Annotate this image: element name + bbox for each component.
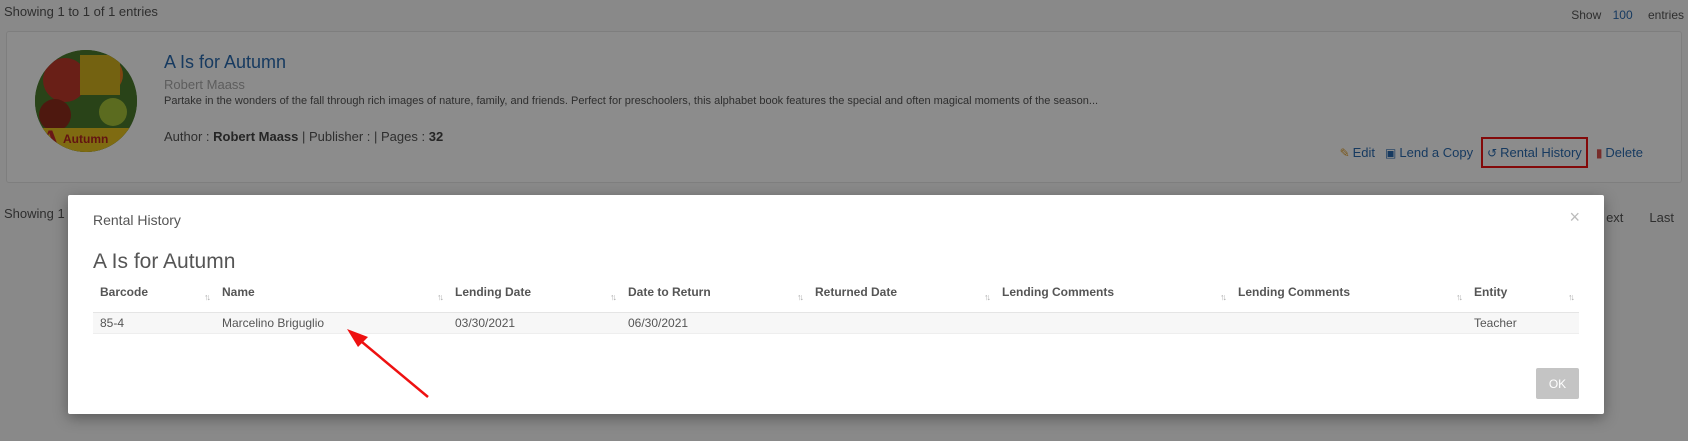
table-header-row: Barcode ↑↓ Name ↑↓ Lending Date ↑↓ Date to … [93, 283, 1579, 313]
column-header[interactable]: Name ↑↓ [215, 283, 448, 313]
column-header[interactable]: Barcode ↑↓ [93, 283, 215, 313]
column-header[interactable]: Lending Comments ↑↓ [1231, 283, 1467, 313]
sort-icon: ↑↓ [984, 292, 991, 302]
column-header[interactable]: Returned Date ↑↓ [808, 283, 995, 313]
sort-icon: ↑↓ [204, 292, 211, 302]
rental-history-table: Barcode ↑↓ Name ↑↓ Lending Date ↑↓ Date to … [93, 283, 1579, 334]
close-icon[interactable]: × [1569, 207, 1580, 228]
sort-icon: ↑↓ [437, 292, 444, 302]
sort-icon: ↑↓ [610, 292, 617, 302]
cell-lending-comments-2 [1231, 312, 1467, 334]
sort-icon: ↑↓ [1220, 292, 1227, 302]
ok-button[interactable]: OK [1536, 368, 1579, 399]
cell-lending-comments [995, 312, 1231, 334]
cell-lending-date: 03/30/2021 [448, 312, 621, 334]
cell-name: Marcelino Briguglio [215, 312, 448, 334]
table-row: 85-4 Marcelino Briguglio 03/30/2021 06/3… [93, 312, 1579, 334]
column-header[interactable]: Date to Return ↑↓ [621, 283, 808, 313]
cell-date-to-return: 06/30/2021 [621, 312, 808, 334]
cell-barcode: 85-4 [93, 312, 215, 334]
sort-icon: ↑↓ [797, 292, 804, 302]
modal-title: Rental History [93, 212, 181, 228]
column-header[interactable]: Entity ↑↓ [1467, 283, 1579, 313]
column-header[interactable]: Lending Comments ↑↓ [995, 283, 1231, 313]
column-header[interactable]: Lending Date ↑↓ [448, 283, 621, 313]
cell-returned-date [808, 312, 995, 334]
rental-history-modal: Rental History × A Is for Autumn Barcode… [68, 195, 1604, 414]
sort-icon: ↑↓ [1456, 292, 1463, 302]
modal-book-title: A Is for Autumn [93, 250, 236, 273]
sort-icon: ↑↓ [1568, 292, 1575, 302]
cell-entity: Teacher [1467, 312, 1579, 334]
